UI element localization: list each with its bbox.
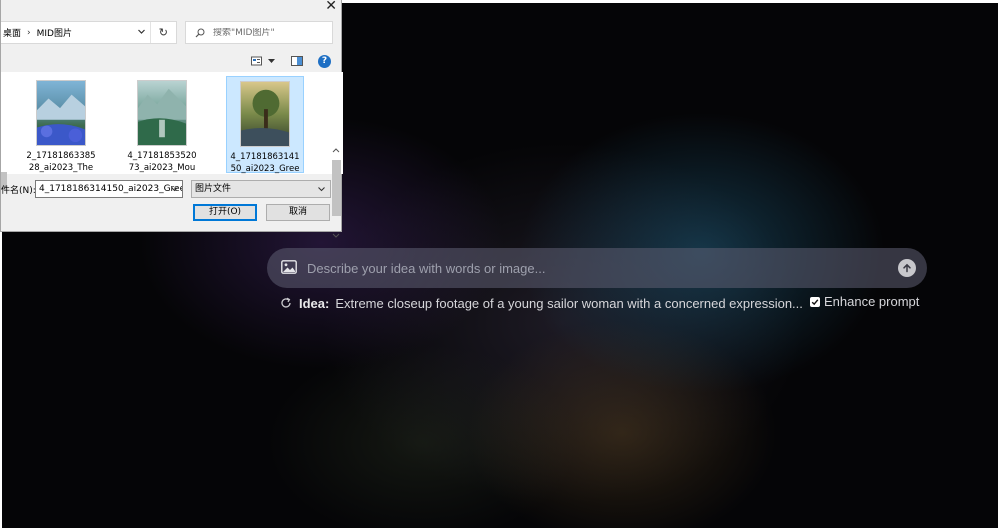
enhance-prompt-toggle[interactable]: Enhance prompt — [810, 294, 919, 309]
file-item-selected[interactable]: 4_17181863141 50_ai2023_Gree — [226, 76, 304, 174]
filename-input[interactable]: 4_1718186314150_ai2023_Gree — [35, 180, 183, 198]
breadcrumb-separator-icon: › — [27, 27, 31, 38]
chevron-down-icon — [318, 187, 325, 192]
search-box[interactable] — [185, 21, 333, 44]
image-thumbnail — [240, 81, 290, 147]
breadcrumb-desktop[interactable]: 桌面 — [3, 26, 21, 39]
close-icon[interactable]: ✕ — [325, 0, 337, 13]
file-list: 2_17181863385 28_ai2023_The 4_1718185352… — [1, 72, 343, 238]
idea-label: Idea: — [299, 295, 330, 311]
idea-row: Idea: Extreme closeup footage of a young… — [280, 294, 930, 312]
search-input[interactable] — [213, 27, 323, 38]
file-item[interactable]: 2_17181863385 28_ai2023_The — [22, 76, 100, 173]
enhance-prompt-checkbox[interactable] — [810, 296, 820, 307]
preview-pane-icon[interactable] — [291, 56, 303, 66]
file-type-value: 图片文件 — [195, 184, 232, 194]
chevron-down-icon[interactable] — [170, 181, 179, 197]
file-name: 4_17181863141 50_ai2023_Gree — [230, 152, 300, 174]
caret-down-icon[interactable] — [267, 57, 276, 65]
image-thumbnail — [137, 80, 187, 146]
prompt-input[interactable] — [307, 248, 887, 288]
scroll-down-icon[interactable] — [330, 232, 342, 240]
view-options-icon[interactable] — [251, 56, 264, 66]
arrow-up-icon — [903, 263, 911, 273]
vertical-scrollbar[interactable] — [330, 146, 342, 246]
breadcrumb-folder[interactable]: MID图片 — [37, 26, 72, 39]
file-name: 2_17181863385 28_ai2023_The — [26, 151, 96, 173]
file-type-select[interactable]: 图片文件 — [191, 180, 331, 198]
check-icon — [811, 298, 819, 305]
filename-value: 4_1718186314150_ai2023_Gree — [39, 184, 183, 194]
file-item[interactable]: 4_17181853520 73_ai2023_Mou — [123, 76, 201, 173]
open-button[interactable]: 打开(O) — [193, 204, 257, 221]
idea-suggestion[interactable]: Extreme closeup footage of a young sailo… — [335, 296, 803, 311]
view-toolbar: ? — [251, 54, 331, 68]
filename-label: 件名(N): — [1, 186, 36, 196]
cancel-button[interactable]: 取消 — [266, 204, 330, 221]
chevron-down-icon[interactable] — [137, 27, 146, 36]
enhance-prompt-label: Enhance prompt — [824, 294, 920, 309]
search-icon — [195, 28, 205, 37]
address-bar[interactable]: 桌面 › MID图片 ↻ — [1, 21, 177, 44]
help-icon[interactable]: ? — [318, 54, 331, 68]
scrollbar-thumb[interactable] — [332, 160, 341, 216]
send-button[interactable] — [898, 259, 916, 277]
image-thumbnail — [36, 80, 86, 146]
address-divider — [150, 22, 151, 43]
refresh-idea-icon[interactable] — [280, 297, 292, 309]
scroll-up-icon[interactable] — [330, 146, 342, 154]
file-name: 4_17181853520 73_ai2023_Mou — [127, 151, 197, 173]
refresh-icon[interactable]: ↻ — [159, 26, 168, 39]
image-upload-icon[interactable] — [281, 260, 297, 274]
prompt-bar — [267, 248, 927, 288]
file-open-dialog: ✕ 桌面 › MID图片 ↻ ? — [0, 0, 343, 238]
